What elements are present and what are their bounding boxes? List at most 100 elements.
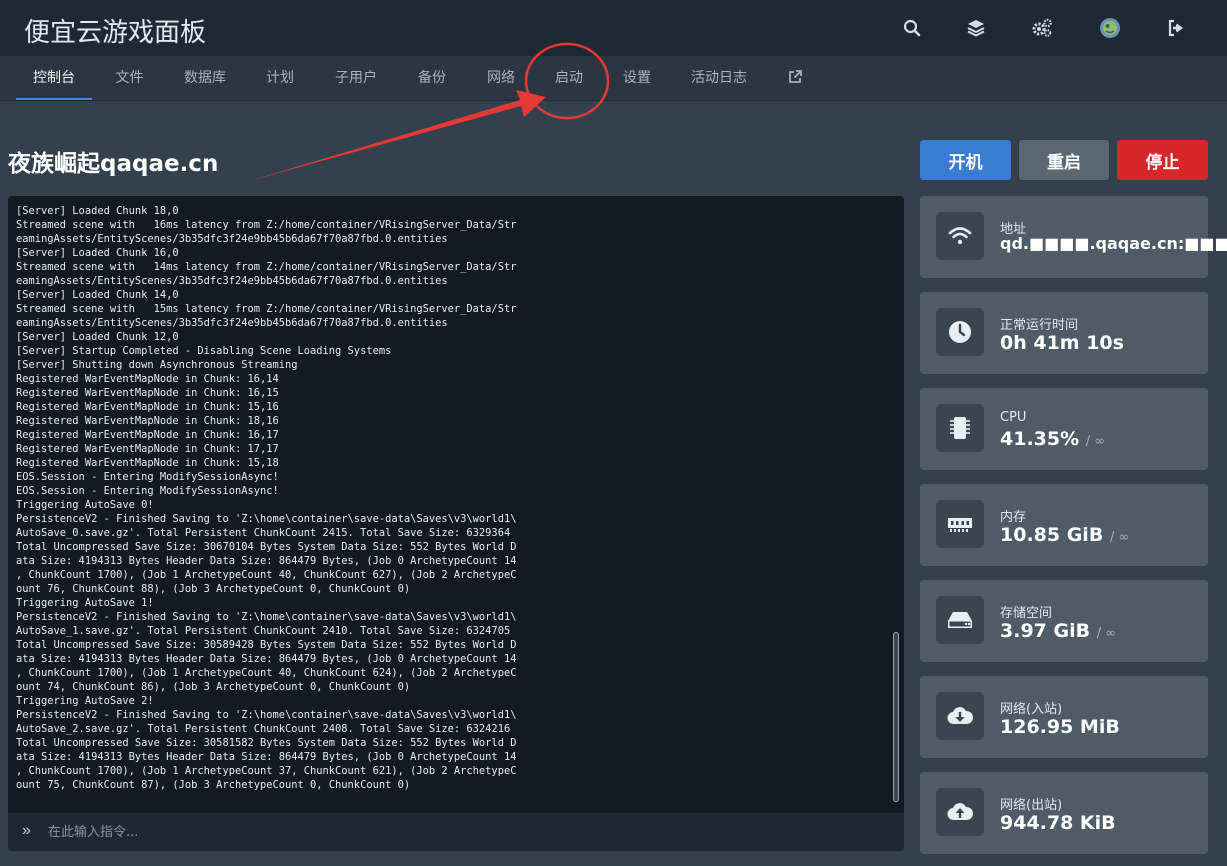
command-input[interactable] <box>48 819 888 845</box>
console-line: eamingAssets/EntityScenes/3b35dfc3f24e9b… <box>16 233 448 245</box>
console-line: Triggering AutoSave 0! <box>16 499 154 511</box>
console-line: PersistenceV2 - Finished Saving to 'Z:\h… <box>16 709 517 721</box>
console-line: Registered WarEventMapNode in Chunk: 18,… <box>16 415 279 427</box>
tab-subusers[interactable]: 子用户 <box>334 56 378 100</box>
nav-bar: 控制台 文件 数据库 计划 子用户 备份 网络 启动 设置 活动日志 <box>0 56 1227 101</box>
console-line: Triggering AutoSave 1! <box>16 597 154 609</box>
console-output[interactable]: [Server] Loaded Chunk 18,0 Streamed scene… <box>8 196 904 813</box>
external-link-icon[interactable] <box>787 70 803 86</box>
console-line: eamingAssets/EntityScenes/3b35dfc3f24e9b… <box>16 317 448 329</box>
console-line: PersistenceV2 - Finished Saving to 'Z:\h… <box>16 611 517 623</box>
tab-activity-log[interactable]: 活动日志 <box>690 56 748 100</box>
prompt-chevron-icon: » <box>22 822 31 839</box>
console-line: EOS.Session - Entering ModifySessionAsyn… <box>16 485 279 497</box>
server-name: 夜族崛起qaqae.cn <box>8 151 219 177</box>
stat-value: 10.85 GiB / ∞ <box>1000 524 1129 546</box>
tab-console[interactable]: 控制台 <box>16 56 92 100</box>
tab-network[interactable]: 网络 <box>486 56 516 100</box>
app-title[interactable]: 便宜云游戏面板 <box>24 12 206 49</box>
console-line: [Server] Loaded Chunk 18,0 <box>16 205 179 217</box>
stat-card-storage: 存储空间 3.97 GiB / ∞ <box>920 580 1208 662</box>
stat-value: 126.95 MiB <box>1000 716 1120 738</box>
console-line: Streamed scene with 14ms latency from Z:… <box>16 261 517 273</box>
layers-icon[interactable] <box>964 16 988 40</box>
console-line: , ChunkCount 1700), (Job 1 ArchetypeCoun… <box>16 667 517 679</box>
stat-value-number: 10.85 GiB <box>1000 524 1104 546</box>
console-line: Registered WarEventMapNode in Chunk: 16,… <box>16 387 279 399</box>
console-line: Registered WarEventMapNode in Chunk: 17,… <box>16 443 279 455</box>
hdd-icon <box>936 596 984 644</box>
console-line: [Server] Shutting down Asynchronous Stre… <box>16 359 298 371</box>
console-line: Streamed scene with 16ms latency from Z:… <box>16 219 517 231</box>
console-line: [Server] Loaded Chunk 16,0 <box>16 247 179 259</box>
console-line: EOS.Session - Entering ModifySessionAsyn… <box>16 471 279 483</box>
stat-value[interactable]: qd.■■■■.qaqae.cn:■■■0 <box>1000 234 1227 253</box>
avatar[interactable] <box>1098 16 1122 40</box>
stop-button[interactable]: 停止 <box>1117 140 1208 180</box>
stat-label: 存储空间 <box>1000 606 1053 621</box>
stat-card-uptime: 正常运行时间 0h 41m 10s <box>920 292 1208 374</box>
console-line: Registered WarEventMapNode in Chunk: 15,… <box>16 401 279 413</box>
stat-value-number: 3.97 GiB <box>1000 620 1091 642</box>
console-line: AutoSave_2.save.gz'. Total Persistent Ch… <box>16 723 511 735</box>
tab-database[interactable]: 数据库 <box>183 56 227 100</box>
console-line: Registered WarEventMapNode in Chunk: 16,… <box>16 373 279 385</box>
stat-label: 网络(入站) <box>1000 702 1063 717</box>
wifi-icon <box>936 212 984 260</box>
console-line: Triggering AutoSave 2! <box>16 695 154 707</box>
console-line: Registered WarEventMapNode in Chunk: 15,… <box>16 457 279 469</box>
search-icon[interactable] <box>900 16 924 40</box>
console-line: Total Uncompressed Save Size: 30670104 B… <box>16 541 517 553</box>
stat-value: 0h 41m 10s <box>1000 332 1124 354</box>
console-line: [Server] Loaded Chunk 12,0 <box>16 331 179 343</box>
stat-value-number: 41.35% <box>1000 428 1080 450</box>
console-line: ount 76, ChunkCount 88), (Job 3 Archetyp… <box>16 583 411 595</box>
gears-icon[interactable] <box>1030 16 1054 40</box>
console-line: [Server] Loaded Chunk 14,0 <box>16 289 179 301</box>
console-line: Registered WarEventMapNode in Chunk: 16,… <box>16 429 279 441</box>
command-bar: » <box>8 813 904 851</box>
console-line: , ChunkCount 1700), (Job 1 ArchetypeCoun… <box>16 765 517 777</box>
cpu-icon <box>936 404 984 452</box>
top-bar: 便宜云游戏面板 <box>0 0 1227 56</box>
stat-card-cpu: CPU 41.35% / ∞ <box>920 388 1208 470</box>
memory-icon <box>936 500 984 548</box>
stat-limit: / ∞ <box>1109 530 1130 545</box>
stat-label: 内存 <box>1000 510 1027 525</box>
console-line: Total Uncompressed Save Size: 30581582 B… <box>16 737 517 749</box>
tab-backups[interactable]: 备份 <box>417 56 447 100</box>
stat-value: 3.97 GiB / ∞ <box>1000 620 1116 642</box>
annotation-arrow <box>249 90 546 181</box>
restart-button[interactable]: 重启 <box>1019 140 1109 180</box>
stat-card-network-out: 网络(出站) 944.78 KiB <box>920 772 1208 854</box>
console-line: ata Size: 4194313 Bytes Header Data Size… <box>16 555 517 567</box>
console-line: [Server] Startup Completed - Disabling S… <box>16 345 392 357</box>
console-line: Streamed scene with 15ms latency from Z:… <box>16 303 517 315</box>
console-line: , ChunkCount 1700), (Job 1 ArchetypeCoun… <box>16 569 517 581</box>
console-scrollbar[interactable] <box>893 632 899 802</box>
stat-card-address: 地址 qd.■■■■.qaqae.cn:■■■0 <box>920 196 1227 278</box>
tab-settings[interactable]: 设置 <box>622 56 652 100</box>
tab-schedules[interactable]: 计划 <box>265 56 295 100</box>
tab-startup[interactable]: 启动 <box>554 56 584 100</box>
stat-card-memory: 内存 10.85 GiB / ∞ <box>920 484 1208 566</box>
console-line: Total Uncompressed Save Size: 30589428 B… <box>16 639 517 651</box>
console-line: eamingAssets/EntityScenes/3b35dfc3f24e9b… <box>16 275 448 287</box>
cloud-upload-icon <box>936 788 984 836</box>
console-line: ata Size: 4194313 Bytes Header Data Size… <box>16 653 517 665</box>
stat-value: 944.78 KiB <box>1000 812 1116 834</box>
clock-icon <box>936 308 984 356</box>
stat-label: 网络(出站) <box>1000 798 1063 813</box>
stat-label: 正常运行时间 <box>1000 318 1079 333</box>
logout-icon[interactable] <box>1164 16 1188 40</box>
console-line: ata Size: 4194313 Bytes Header Data Size… <box>16 751 517 763</box>
console-line: AutoSave_0.save.gz'. Total Persistent Ch… <box>16 527 511 539</box>
stat-label: CPU <box>1000 410 1027 425</box>
stat-limit: / ∞ <box>1085 434 1106 449</box>
console-log: [Server] Loaded Chunk 18,0 Streamed scene… <box>16 204 886 792</box>
cloud-download-icon <box>936 692 984 740</box>
console-line: ount 75, ChunkCount 87), (Job 3 Archetyp… <box>16 779 411 791</box>
tab-files[interactable]: 文件 <box>115 56 144 100</box>
stat-value: 41.35% / ∞ <box>1000 428 1105 450</box>
start-button[interactable]: 开机 <box>920 140 1011 180</box>
